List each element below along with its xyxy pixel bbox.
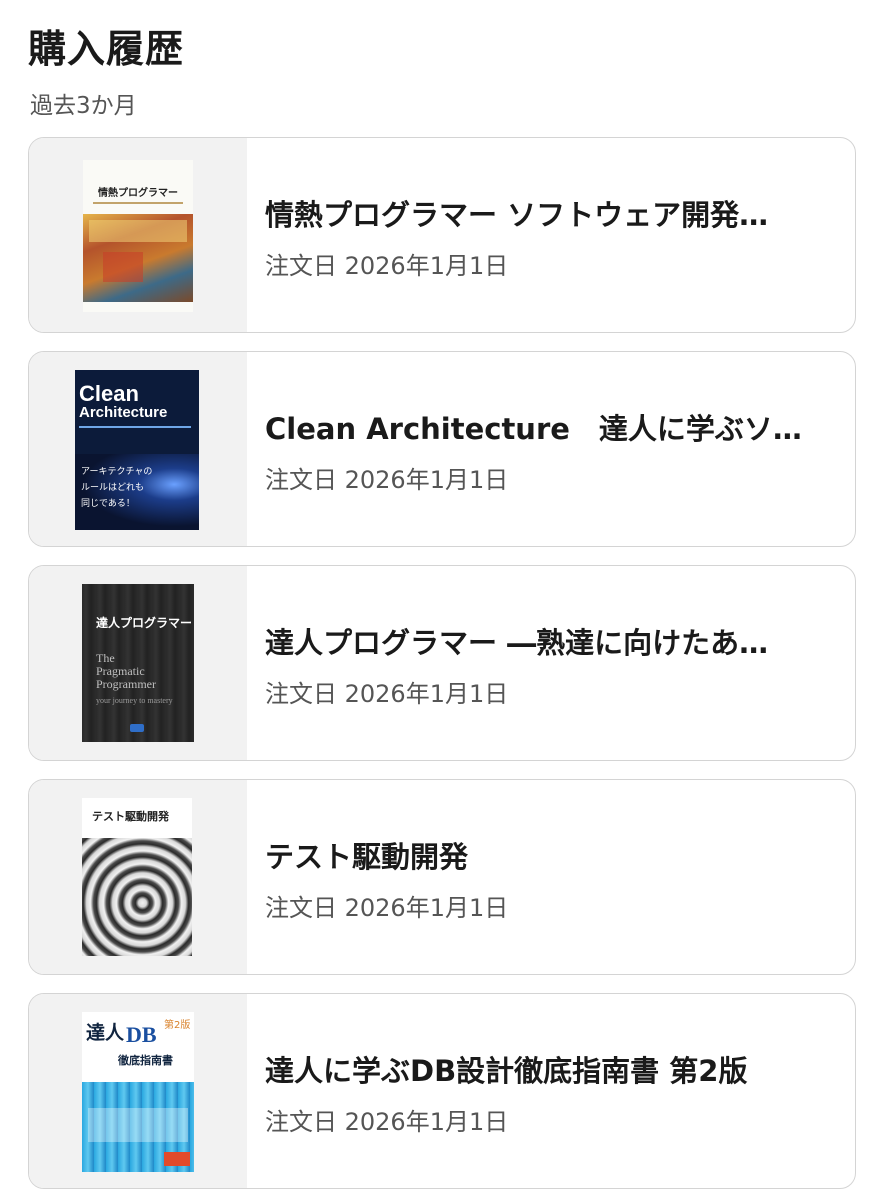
order-card[interactable]: 達人 DB 第2版 徹底指南書 達人に学ぶDB設計徹底指南書 第2版 注文日 2…	[28, 993, 856, 1189]
book-thumbnail[interactable]: テスト駆動開発	[29, 780, 247, 974]
order-card[interactable]: 情熱プログラマー 情熱プログラマー ソフトウェア開発… 注文日 2026年1月1…	[28, 137, 856, 333]
book-title[interactable]: 達人に学ぶDB設計徹底指南書 第2版	[265, 1048, 837, 1090]
order-date: 注文日 2026年1月1日	[265, 680, 509, 708]
order-card[interactable]: Clean Architecture アーキテクチャの ルールはどれも 同じである！…	[28, 351, 856, 547]
book-cover-image: 情熱プログラマー	[83, 160, 193, 312]
book-title[interactable]: 情熱プログラマー ソフトウェア開発…	[265, 192, 837, 234]
order-date: 注文日 2026年1月1日	[265, 894, 509, 922]
book-cover-image: 達人プログラマー The Pragmatic Programmer your jou…	[82, 584, 194, 742]
page-title: 購入履歴	[28, 27, 185, 71]
book-title[interactable]: 達人プログラマー ―熟達に向けたあ…	[265, 620, 837, 662]
book-thumbnail[interactable]: 達人プログラマー The Pragmatic Programmer your jou…	[29, 566, 247, 760]
order-date: 注文日 2026年1月1日	[265, 252, 509, 280]
book-cover-image: テスト駆動開発	[82, 798, 192, 956]
book-thumbnail[interactable]: 情熱プログラマー	[29, 138, 247, 332]
book-title[interactable]: テスト駆動開発	[265, 834, 837, 876]
period-filter-label: 過去3か月	[30, 93, 137, 119]
order-card[interactable]: 達人プログラマー The Pragmatic Programmer your jou…	[28, 565, 856, 761]
book-title[interactable]: Clean Architecture 達人に学ぶソ…	[265, 406, 837, 448]
order-date: 注文日 2026年1月1日	[265, 466, 509, 494]
order-list: 情熱プログラマー 情熱プログラマー ソフトウェア開発… 注文日 2026年1月1…	[28, 137, 856, 1189]
order-card[interactable]: テスト駆動開発 テスト駆動開発 注文日 2026年1月1日	[28, 779, 856, 975]
book-thumbnail[interactable]: 達人 DB 第2版 徹底指南書	[29, 994, 247, 1188]
book-thumbnail[interactable]: Clean Architecture アーキテクチャの ルールはどれも 同じである！	[29, 352, 247, 546]
book-cover-image: Clean Architecture アーキテクチャの ルールはどれも 同じである！	[75, 370, 199, 530]
book-cover-image: 達人 DB 第2版 徹底指南書	[82, 1012, 194, 1172]
order-date: 注文日 2026年1月1日	[265, 1108, 509, 1136]
